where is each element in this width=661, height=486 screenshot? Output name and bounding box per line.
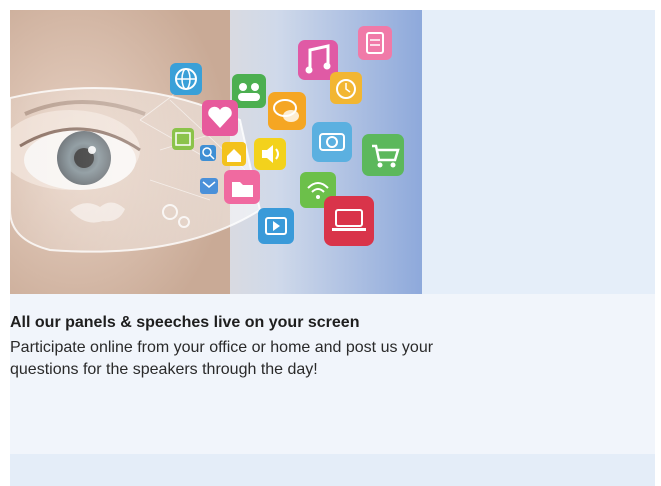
volume-icon [254,138,286,170]
shopping-cart-icon [362,134,404,176]
laptop-icon [324,196,374,246]
chat-icon [268,92,306,130]
promo-caption: All our panels & speeches live on your s… [10,294,655,454]
promo-body: Participate online from your office or h… [10,339,434,378]
promo-title: All our panels & speeches live on your s… [10,314,360,331]
calendar-icon [172,128,194,150]
camera-icon [312,122,352,162]
alarm-clock-icon [330,72,362,104]
video-icon [258,208,294,244]
home-icon [222,142,246,166]
hero-image [10,10,422,294]
globe-icon [170,63,202,95]
document-icon [358,26,392,60]
heart-icon [202,100,238,136]
mail-icon [200,178,218,194]
page: All our panels & speeches live on your s… [0,0,661,486]
bottom-band [10,454,655,486]
folder-icon [224,170,260,204]
search-icon [200,145,216,161]
